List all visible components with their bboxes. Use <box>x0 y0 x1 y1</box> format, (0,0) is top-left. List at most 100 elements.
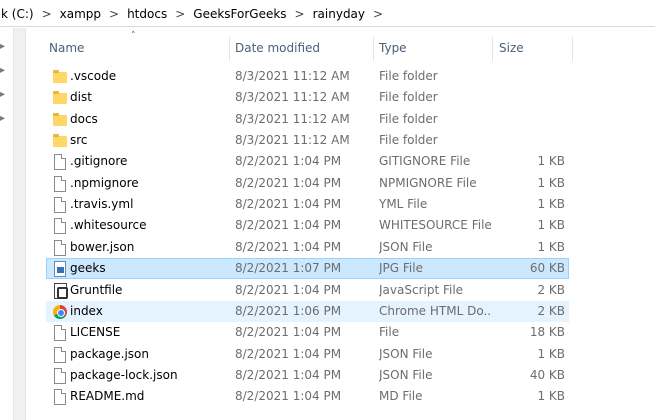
address-bar[interactable]: k (C:) > xampp > htdocs > GeeksForGeeks … <box>0 0 655 27</box>
file-date-modified: 8/2/2021 1:04 PM <box>235 282 342 297</box>
file-row[interactable]: src 8/3/2021 11:12 AM File folder <box>46 130 569 151</box>
pin-icon: ▸ <box>0 65 6 76</box>
file-row[interactable]: .whitesource 8/2/2021 1:04 PM WHITESOURCE … <box>46 215 569 236</box>
file-row[interactable]: Gruntfile 8/2/2021 1:04 PM JavaScript File… <box>46 280 569 301</box>
file-row[interactable]: .npmignore 8/2/2021 1:04 PM NPMIGNORE File… <box>46 173 569 194</box>
column-divider[interactable] <box>572 37 573 61</box>
file-size: 1 KB <box>537 154 565 169</box>
file-name: .whitesource <box>70 218 147 233</box>
file-row[interactable]: bower.json 8/2/2021 1:04 PM JSON File 1 KB <box>46 237 569 258</box>
file-size: 1 KB <box>537 389 565 404</box>
file-date-modified: 8/2/2021 1:04 PM <box>235 239 342 254</box>
breadcrumb-drive[interactable]: k (C:) <box>0 7 35 21</box>
file-icon <box>52 218 68 235</box>
file-size: 1 KB <box>537 175 565 190</box>
file-icon <box>52 325 68 342</box>
file-row[interactable]: package-lock.json 8/2/2021 1:04 PM JSON Fi… <box>46 365 569 386</box>
column-header-name[interactable]: Name <box>49 39 84 57</box>
file-date-modified: 8/2/2021 1:04 PM <box>235 325 342 340</box>
image-file-icon <box>52 261 68 278</box>
file-type: JSON File <box>379 346 433 361</box>
column-divider[interactable] <box>373 37 374 61</box>
file-size: 2 KB <box>537 282 565 297</box>
column-header-size[interactable]: Size <box>499 39 524 57</box>
file-type: JPG File <box>379 261 423 276</box>
chevron-right-icon[interactable]: > <box>168 7 192 21</box>
file-icon <box>52 175 68 192</box>
file-row[interactable]: index 8/2/2021 1:06 PM Chrome HTML Do... 2 … <box>46 300 569 322</box>
breadcrumb-rainyday[interactable]: rainyday <box>312 7 366 21</box>
file-name: Gruntfile <box>70 282 123 297</box>
file-date-modified: 8/2/2021 1:04 PM <box>235 389 342 404</box>
file-date-modified: 8/3/2021 11:12 AM <box>235 111 350 126</box>
file-name: README.md <box>70 389 145 404</box>
chrome-icon <box>52 304 68 320</box>
pin-icon: ▸ <box>0 113 6 124</box>
file-type: JSON File <box>379 239 433 254</box>
file-type: NPMIGNORE File <box>379 175 477 190</box>
breadcrumb-geeksforgeeks[interactable]: GeeksForGeeks <box>192 7 287 21</box>
file-size: 1 KB <box>537 239 565 254</box>
file-size: 18 KB <box>529 325 565 340</box>
file-name: bower.json <box>70 239 135 254</box>
file-name: geeks <box>70 261 106 276</box>
pin-icon: ▸ <box>0 41 6 52</box>
file-size <box>495 110 565 129</box>
file-name: .gitignore <box>70 154 128 169</box>
column-divider[interactable] <box>492 37 493 61</box>
file-name: LICENSE <box>70 325 121 340</box>
file-size: 2 KB <box>537 303 565 318</box>
file-date-modified: 8/3/2021 11:12 AM <box>235 69 350 83</box>
file-row[interactable]: .gitignore 8/2/2021 1:04 PM GITIGNORE File… <box>46 151 569 172</box>
file-date-modified: 8/2/2021 1:04 PM <box>235 175 342 190</box>
file-icon <box>52 154 68 171</box>
folder-icon <box>52 112 68 128</box>
file-size: 40 KB <box>529 367 565 382</box>
file-size <box>495 88 565 107</box>
file-row[interactable]: .travis.yml 8/2/2021 1:04 PM YML File 1 KB <box>46 194 569 215</box>
file-size <box>495 131 565 150</box>
file-type: File folder <box>379 90 438 105</box>
column-header-date-modified[interactable]: Date modified <box>235 39 320 57</box>
file-date-modified: 8/2/2021 1:04 PM <box>235 367 342 382</box>
file-type: File <box>379 325 400 340</box>
file-type: WHITESOURCE File <box>379 218 491 233</box>
file-size: 1 KB <box>537 197 565 212</box>
file-row[interactable]: dist 8/3/2021 11:12 AM File folder <box>46 87 569 108</box>
file-row[interactable]: package.json 8/2/2021 1:04 PM JSON File 1 K… <box>46 344 569 365</box>
file-icon <box>52 389 68 406</box>
file-row[interactable]: docs 8/3/2021 11:12 AM File folder <box>46 109 569 130</box>
column-divider[interactable] <box>229 37 230 61</box>
breadcrumb-htdocs[interactable]: htdocs <box>126 7 168 21</box>
file-name: docs <box>70 111 98 126</box>
file-row[interactable]: README.md 8/2/2021 1:04 PM MD File 1 KB <box>46 386 569 407</box>
folder-icon <box>52 69 68 85</box>
file-name: .vscode <box>70 69 117 83</box>
file-name: dist <box>70 90 92 105</box>
file-row[interactable]: LICENSE 8/2/2021 1:04 PM File 18 KB <box>46 322 569 343</box>
file-row[interactable]: .vscode 8/3/2021 11:12 AM File folder <box>46 66 569 87</box>
file-date-modified: 8/2/2021 1:04 PM <box>235 197 342 212</box>
pin-icon: ▸ <box>0 89 6 100</box>
navigation-scrollbar[interactable] <box>13 28 26 420</box>
file-icon <box>52 346 68 363</box>
chevron-right-icon[interactable]: > <box>366 7 390 21</box>
folder-icon <box>52 133 68 149</box>
file-row[interactable]: geeks 8/2/2021 1:07 PM JPG File 60 KB <box>46 258 569 280</box>
file-date-modified: 8/3/2021 11:12 AM <box>235 90 350 105</box>
column-header-type[interactable]: Type <box>379 39 407 57</box>
file-name: .travis.yml <box>70 197 134 212</box>
file-date-modified: 8/2/2021 1:04 PM <box>235 154 342 169</box>
file-date-modified: 8/2/2021 1:04 PM <box>235 218 342 233</box>
file-type: JavaScript File <box>379 282 464 297</box>
file-icon <box>52 239 68 256</box>
file-size: 1 KB <box>537 346 565 361</box>
chevron-right-icon[interactable]: > <box>35 7 59 21</box>
breadcrumb-xampp[interactable]: xampp <box>59 7 102 21</box>
file-name: package.json <box>70 346 150 361</box>
chevron-right-icon[interactable]: > <box>102 7 126 21</box>
file-date-modified: 8/3/2021 11:12 AM <box>235 133 350 148</box>
file-name: .npmignore <box>70 175 139 190</box>
breadcrumb: k (C:) > xampp > htdocs > GeeksForGeeks … <box>0 0 390 27</box>
chevron-right-icon[interactable]: > <box>288 7 312 21</box>
